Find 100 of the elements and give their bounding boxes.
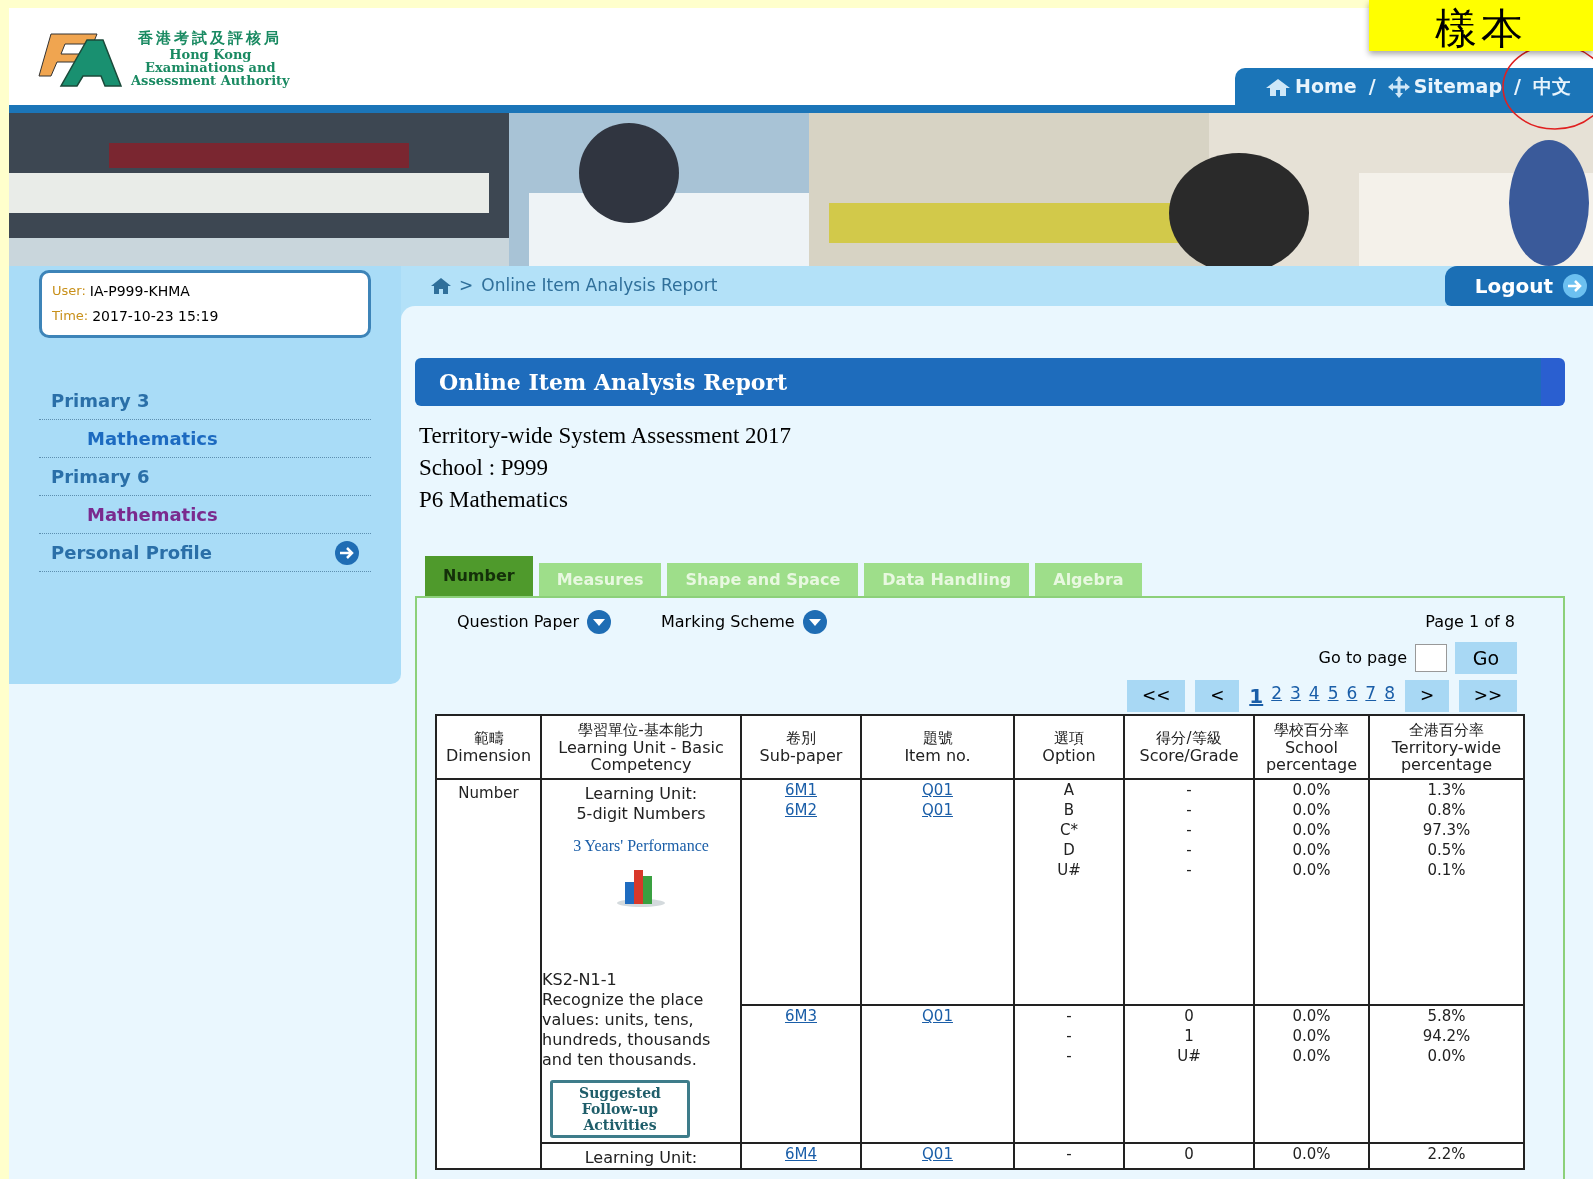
column-header: 學習單位-基本能力 Learning Unit - Basic Competency: [541, 715, 741, 779]
logo-english-name: Hong Kong: [169, 47, 252, 61]
table-link[interactable]: Q01: [922, 1006, 953, 1027]
chevron-down-icon: [586, 610, 611, 634]
sample-stamp: 樣本: [1369, 0, 1593, 51]
sidebar-item[interactable]: Personal Profile: [39, 534, 371, 572]
download-dropdown[interactable]: Question Paper: [457, 610, 611, 634]
page-link[interactable]: 8: [1384, 681, 1395, 711]
table-link[interactable]: 6M3: [785, 1006, 817, 1027]
page-link[interactable]: 2: [1271, 681, 1283, 711]
table-cell: 0.0%: [1292, 800, 1331, 820]
learning-unit-title: Learning Unit:: [584, 1148, 698, 1168]
breadcrumb-separator: >: [459, 274, 474, 298]
table-link[interactable]: 6M2: [785, 800, 817, 820]
home-icon: [431, 278, 451, 294]
home-link[interactable]: Home: [1265, 72, 1357, 101]
table-cell: 0.0%: [1292, 1046, 1331, 1067]
user-id: IA-P999-KHMA: [89, 282, 190, 301]
table-link[interactable]: Q01: [922, 780, 953, 800]
column-header: 學校百分率 School percentage: [1254, 715, 1369, 779]
table-cell: 0.0%: [1292, 780, 1331, 800]
table-cell: 0.0%: [1292, 1006, 1331, 1027]
table-cell: 5.8%: [1427, 1006, 1466, 1027]
table-cell: 2.2%: [1427, 1144, 1466, 1164]
table-cell: 0.0%: [1292, 1026, 1331, 1047]
table-cell: C*: [1060, 820, 1078, 840]
report-info-line: P6 Mathematics: [419, 486, 569, 514]
time-label: Time:: [52, 307, 89, 325]
table-cell: 0.0%: [1292, 820, 1331, 840]
column-header: 全港百分率 Territory-wide percentage: [1369, 715, 1524, 779]
nav-separator: /: [1514, 74, 1521, 100]
report-title-bar: Online Item Analysis Report: [415, 358, 1565, 406]
table-cell: 0.1%: [1427, 860, 1466, 880]
page-link[interactable]: 7: [1365, 681, 1377, 711]
table-cell: 1: [1184, 1026, 1194, 1047]
table-cell: 0.0%: [1427, 1046, 1466, 1067]
report-info-line: School : P999: [419, 454, 550, 482]
logout-button[interactable]: Logout: [1444, 266, 1593, 306]
sitemap-link[interactable]: Sitemap: [1387, 72, 1503, 101]
nav-separator: /: [1368, 74, 1376, 100]
table-cell: A: [1063, 780, 1075, 800]
goto-page-label: Go to page: [1318, 647, 1407, 669]
table-cell: -: [1066, 1144, 1072, 1164]
column-header: 得分/等級 Score/Grade: [1124, 715, 1254, 779]
login-time: 2017-10-23 15:19: [92, 307, 219, 326]
follow-up-activities-button[interactable]: Suggested Follow-up Activities: [550, 1080, 690, 1138]
column-header: 範疇 Dimension: [436, 715, 541, 779]
page-link[interactable]: 1: [1249, 681, 1264, 711]
table-link[interactable]: 6M1: [785, 780, 817, 800]
table-link[interactable]: Q01: [922, 1144, 953, 1164]
table-cell: 97.3%: [1422, 820, 1471, 840]
table-cell: 1.3%: [1427, 780, 1466, 800]
table-cell: 0.0%: [1292, 860, 1331, 880]
next-page-button[interactable]: >: [1405, 680, 1449, 712]
logo-english-name: Assessment Authority: [131, 73, 290, 87]
go-button[interactable]: Go: [1455, 642, 1517, 674]
arrow-right-icon: [1563, 274, 1587, 298]
learning-unit-title: Learning Unit:: [584, 784, 698, 804]
table-cell: D: [1063, 840, 1075, 860]
table-cell: 94.2%: [1422, 1026, 1471, 1047]
page-link[interactable]: 4: [1308, 681, 1320, 711]
page-link[interactable]: 5: [1327, 681, 1339, 711]
column-header: 選項 Option: [1014, 715, 1124, 779]
logo-chinese-name: 香港考試及評核局: [138, 27, 283, 48]
report-info-line: Territory-wide System Assessment 2017: [419, 422, 793, 450]
language-link[interactable]: 中文: [1533, 72, 1571, 101]
table-cell: 0.0%: [1292, 1144, 1331, 1164]
breadcrumb-link[interactable]: Online Item Analysis Report: [481, 273, 718, 299]
user-label: User:: [52, 282, 86, 300]
download-dropdown[interactable]: Marking Scheme: [660, 610, 827, 634]
sidebar-item[interactable]: Primary 6: [39, 458, 371, 496]
table-cell: -: [1066, 1026, 1072, 1047]
page-info: Page 1 of 8: [1425, 611, 1515, 633]
performance-link[interactable]: 3 Years' Performance: [573, 834, 709, 858]
table-link[interactable]: Q01: [922, 800, 953, 820]
competency-description: Recognize the place values: units, tens, hundreds, thousands and ten thousands.: [542, 990, 712, 1070]
move-arrows-icon: [1387, 75, 1410, 98]
table-cell: U#: [1057, 860, 1081, 880]
table-cell: 0.8%: [1427, 800, 1466, 820]
page-link[interactable]: 6: [1346, 681, 1358, 711]
page-number-input[interactable]: [1415, 644, 1447, 672]
table-cell: -: [1066, 1006, 1072, 1027]
sidebar-subitem[interactable]: Mathematics: [39, 420, 371, 458]
table-cell: -: [1186, 800, 1192, 820]
competency-code: KS2-N1-1: [542, 970, 618, 990]
previous-page-button[interactable]: <: [1195, 680, 1240, 712]
column-header: 題號 Item no.: [861, 715, 1014, 779]
table-cell: 0.0%: [1292, 840, 1331, 860]
table-cell: 0: [1184, 1006, 1194, 1027]
table-cell: -: [1186, 780, 1192, 800]
table-cell: B: [1063, 800, 1075, 820]
sidebar-subitem[interactable]: Mathematics: [39, 496, 371, 534]
subject-tab[interactable]: Number: [425, 556, 533, 596]
table-cell: -: [1186, 820, 1192, 840]
first-page-button[interactable]: <<: [1127, 680, 1186, 712]
column-header: 卷別 Sub-paper: [741, 715, 861, 779]
table-cell: -: [1066, 1046, 1072, 1067]
sidebar-item[interactable]: Primary 3: [39, 382, 371, 420]
last-page-button[interactable]: >>: [1459, 680, 1517, 712]
page-link[interactable]: 3: [1290, 681, 1301, 711]
